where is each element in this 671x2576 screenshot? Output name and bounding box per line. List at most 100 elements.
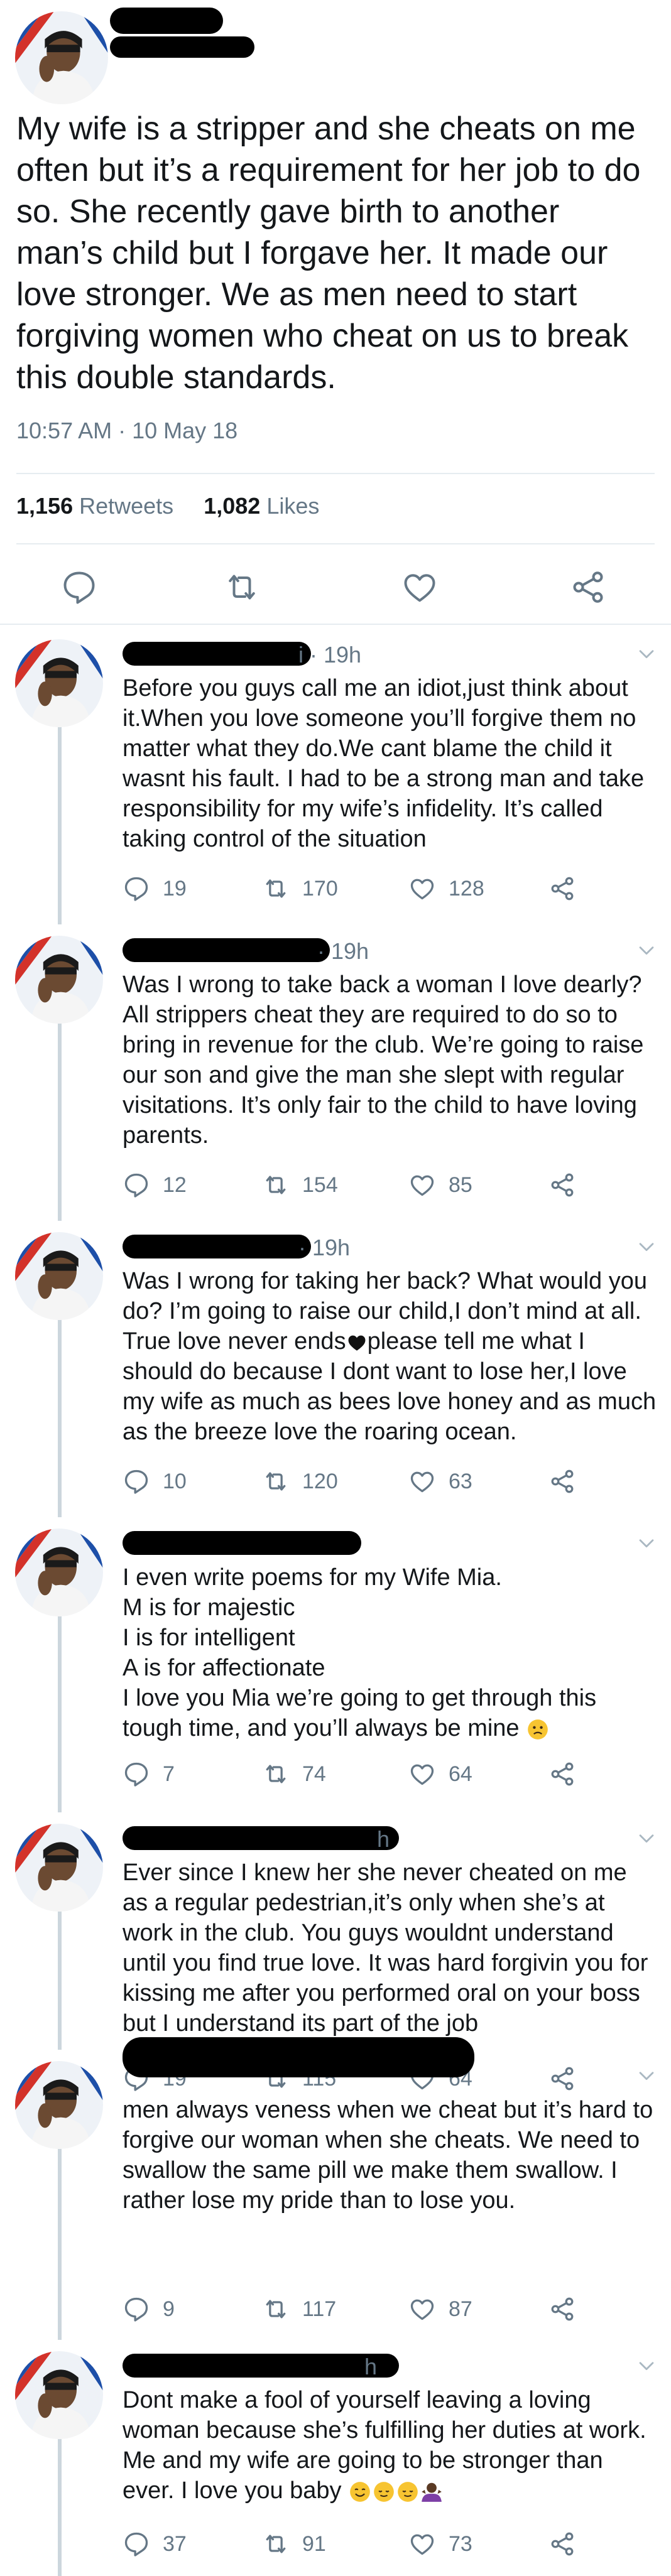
- thread-line: [58, 720, 62, 924]
- divider: [16, 543, 655, 544]
- avatar[interactable]: [15, 639, 103, 727]
- like-button[interactable]: 63: [408, 1466, 472, 1497]
- redacted-username: [123, 1826, 399, 1850]
- avatar[interactable]: [15, 1529, 103, 1616]
- like-count: 63: [449, 1469, 472, 1493]
- retweet-icon: [266, 879, 286, 898]
- likes-label[interactable]: Likes: [266, 493, 319, 519]
- likes-count[interactable]: 1,082: [204, 493, 260, 519]
- reply-body: I even write poems for my Wife Mia. M is …: [123, 1562, 657, 1743]
- share-icon: [551, 877, 574, 901]
- retweets-label[interactable]: Retweets: [79, 493, 173, 519]
- like-button[interactable]: 64: [408, 1758, 472, 1790]
- tweet-menu-button[interactable]: [636, 2065, 657, 2086]
- retweet-button[interactable]: 120: [262, 1466, 338, 1497]
- reply-button[interactable]: 9: [123, 2293, 175, 2325]
- avatar[interactable]: [15, 1232, 103, 1320]
- thread-line: [58, 1904, 62, 2050]
- reply-tweet[interactable]: · 19h Was I wrong to take back a woman I …: [0, 924, 671, 1221]
- avatar[interactable]: [15, 1824, 103, 1912]
- poem-line: I is for intelligent: [123, 1625, 295, 1651]
- reply-button[interactable]: 7: [123, 1758, 175, 1790]
- reply-action-bar: 19 170 128: [123, 873, 625, 904]
- avatar-image: [15, 639, 103, 727]
- reply-button[interactable]: 10: [123, 1466, 187, 1497]
- share-button[interactable]: [548, 873, 576, 904]
- smiling-face-icon: [350, 2482, 370, 2502]
- avatar-image: [15, 1529, 103, 1616]
- retweet-count: 74: [302, 1762, 326, 1786]
- tweet-menu-button[interactable]: [636, 643, 657, 664]
- chevron-down-icon: [639, 946, 654, 955]
- tweet-menu-button[interactable]: [636, 1236, 657, 1257]
- like-icon: [410, 1764, 434, 1785]
- reply-button[interactable]: 12: [123, 1169, 187, 1201]
- reply-button[interactable]: 37: [123, 2528, 187, 2560]
- reply-button[interactable]: 19: [123, 873, 187, 904]
- reply-action-bar: 7 74 64: [123, 1758, 625, 1790]
- share-button[interactable]: [569, 568, 607, 606]
- tweet-action-bar: [0, 562, 671, 612]
- reply-text: Was I wrong to take back a woman I love …: [123, 971, 644, 1149]
- chevron-down-icon: [639, 1834, 654, 1843]
- reply-body: Was I wrong for taking her back? What wo…: [123, 1266, 657, 1447]
- retweet-button[interactable]: 74: [262, 1758, 326, 1790]
- main-tweet: My wife is a stripper and she cheats on …: [0, 0, 671, 625]
- reply-tweet[interactable]: men always veness when we cheat but it’s…: [0, 2037, 671, 2340]
- like-button[interactable]: 87: [408, 2293, 472, 2325]
- tweet-stats: 1,156 Retweets 1,082 Likes: [16, 493, 319, 519]
- reply-body: Before you guys call me an idiot,just th…: [123, 673, 657, 854]
- share-button[interactable]: [548, 1758, 576, 1790]
- reply-time: · 19h: [298, 1235, 351, 1260]
- retweet-button[interactable]: 154: [262, 1169, 338, 1201]
- share-icon: [551, 2532, 574, 2556]
- tweet-timestamp: 10:57 AM · 10 May 18: [16, 418, 238, 443]
- retweet-button[interactable]: 170: [262, 873, 338, 904]
- tweet-menu-button[interactable]: [636, 1827, 657, 1849]
- reply-count: 19: [163, 876, 187, 901]
- retweet-count: 154: [302, 1172, 338, 1197]
- redacted-username: [110, 8, 223, 34]
- black-heart-icon: [348, 1335, 366, 1351]
- reply-icon: [124, 877, 148, 901]
- redacted-username: [123, 2037, 474, 2077]
- reply-tweet[interactable]: h Ever since I knew her she never cheated…: [0, 1812, 671, 2091]
- avatar[interactable]: [15, 2061, 103, 2149]
- like-button[interactable]: [401, 568, 439, 606]
- tweet-menu-button[interactable]: [636, 939, 657, 961]
- share-button[interactable]: [548, 2528, 576, 2560]
- share-button[interactable]: [548, 1466, 576, 1497]
- retweet-button[interactable]: [223, 568, 261, 606]
- avatar[interactable]: [15, 11, 108, 104]
- retweet-count: 117: [302, 2297, 337, 2321]
- retweets-count[interactable]: 1,156: [16, 493, 73, 519]
- reply-tweet[interactable]: h Dont make a fool of yourself leaving a …: [0, 2340, 671, 2576]
- reply-tweet[interactable]: · 19h Was I wrong for taking her back? Wh…: [0, 1221, 671, 1517]
- reply-tweet[interactable]: I even write poems for my Wife Mia. M is …: [0, 1517, 671, 1812]
- like-button[interactable]: 128: [408, 873, 484, 904]
- like-button[interactable]: 73: [408, 2528, 472, 2560]
- share-button[interactable]: [548, 2293, 576, 2325]
- share-icon: [551, 1173, 574, 1197]
- chevron-down-icon: [639, 1243, 654, 1252]
- avatar[interactable]: [15, 936, 103, 1024]
- reply-icon: [63, 571, 95, 604]
- tweet-text: My wife is a stripper and she cheats on …: [16, 111, 641, 396]
- tweet-menu-button[interactable]: [636, 1532, 657, 1554]
- relieved-face-icon: [374, 2482, 394, 2502]
- like-button[interactable]: 85: [408, 1169, 472, 1201]
- avatar[interactable]: [15, 2351, 103, 2439]
- relieved-face-icon: [398, 2482, 418, 2502]
- retweet-button[interactable]: 117: [262, 2293, 336, 2325]
- reply-button[interactable]: [60, 568, 98, 606]
- reply-tweet[interactable]: i · 19h Before you guys call me an idiot,…: [0, 628, 671, 924]
- reply-icon: [124, 1173, 148, 1198]
- share-icon: [551, 1469, 574, 1493]
- retweet-icon: [266, 1176, 286, 1194]
- thread-line: [58, 1312, 62, 1517]
- reply-icon: [124, 2532, 148, 2557]
- tweet-menu-button[interactable]: [636, 2355, 657, 2376]
- reply-body: men always veness when we cheat but it’s…: [123, 2095, 657, 2216]
- share-button[interactable]: [548, 1169, 576, 1201]
- retweet-button[interactable]: 91: [262, 2528, 326, 2560]
